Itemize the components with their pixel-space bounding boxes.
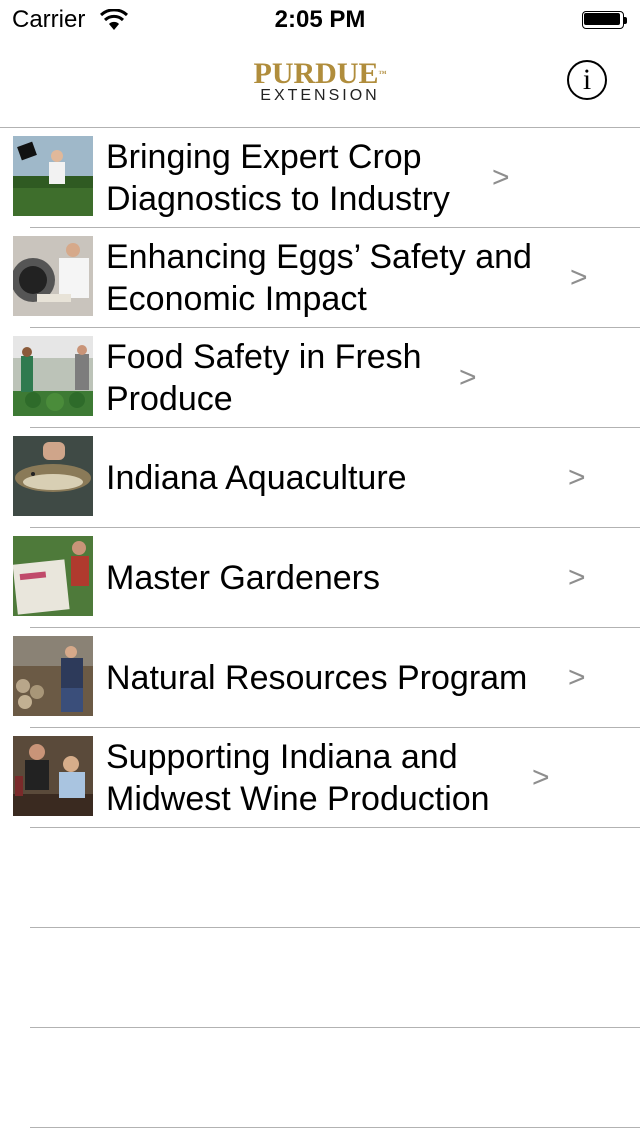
chevron-right-icon: > [568,561,586,594]
chevron-right-icon: > [570,261,588,294]
list-item[interactable]: Enhancing Eggs’ Safety and Economic Impa… [0,228,640,328]
navigation-bar: PURDUE™ EXTENSION i [0,40,640,128]
list-item[interactable]: Natural Resources Program > [0,628,640,728]
list-item-title: Natural Resources Program [106,659,528,697]
row-separator [30,1127,640,1128]
list-item-title: Supporting Indiana and Midwest Wine Prod… [106,738,490,818]
logo-extension-text: EXTENSION [260,87,380,104]
crop-diagnostics-thumbnail [13,136,93,216]
natural-resources-thumbnail [13,636,93,716]
battery-icon [582,11,628,31]
chevron-right-icon: > [492,161,510,194]
chevron-right-icon: > [532,761,550,794]
chevron-right-icon: > [568,661,586,694]
list-item-title: Food Safety in Fresh Produce [106,338,422,418]
list-item[interactable]: Food Safety in Fresh Produce > [0,328,640,428]
purdue-extension-logo: PURDUE™ EXTENSION [0,58,640,104]
chevron-right-icon: > [459,361,477,394]
list-item[interactable]: Indiana Aquaculture > [0,428,640,528]
list-item-title: Master Gardeners [106,559,380,597]
empty-row [0,928,640,1028]
empty-row [0,1028,640,1128]
program-list: Bringing Expert Crop Diagnostics to Indu… [0,128,640,1128]
logo-purdue-text: PURDUE [253,57,379,90]
list-item-title: Bringing Expert Crop Diagnostics to Indu… [106,138,450,218]
master-gardeners-thumbnail [13,536,93,616]
empty-row [0,828,640,928]
status-bar: Carrier 2:05 PM [0,0,640,40]
list-item[interactable]: Supporting Indiana and Midwest Wine Prod… [0,728,640,828]
list-item[interactable]: Master Gardeners > [0,528,640,628]
info-button[interactable]: i [567,60,607,100]
logo-trademark: ™ [378,69,387,78]
wine-production-thumbnail [13,736,93,816]
fresh-produce-thumbnail [13,336,93,416]
chevron-right-icon: > [568,461,586,494]
list-item-title: Indiana Aquaculture [106,459,407,497]
clock: 2:05 PM [274,6,366,33]
aquaculture-thumbnail [13,436,93,516]
info-icon: i [582,63,592,96]
egg-safety-thumbnail [13,236,93,316]
list-item-title: Enhancing Eggs’ Safety and Economic Impa… [106,238,532,318]
list-item[interactable]: Bringing Expert Crop Diagnostics to Indu… [0,128,640,228]
